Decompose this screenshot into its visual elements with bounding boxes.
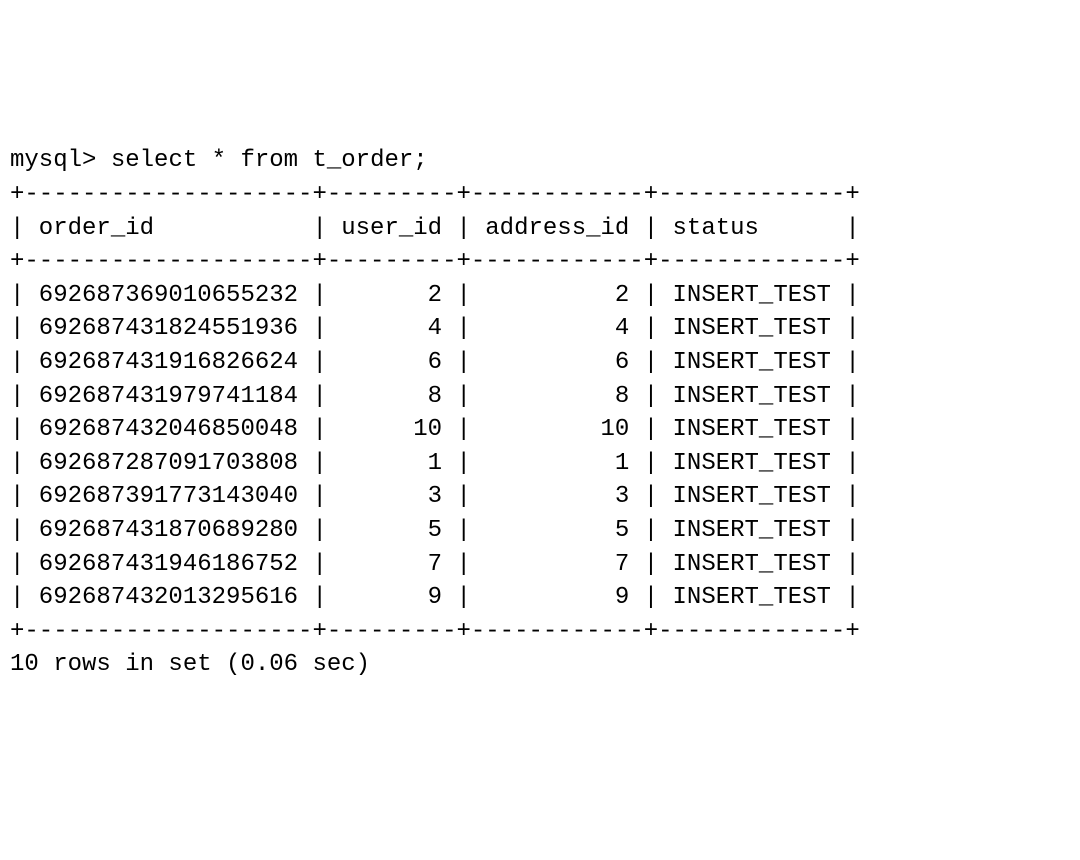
- table-row: | 692687431946186752 | 7 | 7 | INSERT_TE…: [10, 551, 860, 578]
- table-row: | 692687432013295616 | 9 | 9 | INSERT_TE…: [10, 584, 860, 611]
- table-row: | 692687431824551936 | 4 | 4 | INSERT_TE…: [10, 315, 860, 342]
- table-border-mid: +--------------------+---------+--------…: [10, 248, 860, 275]
- table-row: | 692687431916826624 | 6 | 6 | INSERT_TE…: [10, 349, 860, 376]
- table-border-bottom: +--------------------+---------+--------…: [10, 618, 860, 645]
- table-border-top: +--------------------+---------+--------…: [10, 181, 860, 208]
- result-summary: 10 rows in set (0.06 sec): [10, 651, 370, 678]
- sql-query: select * from t_order;: [111, 147, 428, 174]
- table-row: | 692687369010655232 | 2 | 2 | INSERT_TE…: [10, 282, 860, 309]
- table-row: | 692687287091703808 | 1 | 1 | INSERT_TE…: [10, 450, 860, 477]
- mysql-prompt: mysql>: [10, 147, 111, 174]
- table-row: | 692687431870689280 | 5 | 5 | INSERT_TE…: [10, 517, 860, 544]
- mysql-terminal[interactable]: mysql> select * from t_order; +---------…: [10, 144, 1070, 682]
- table-header: | order_id | user_id | address_id | stat…: [10, 215, 860, 242]
- table-row: | 692687432046850048 | 10 | 10 | INSERT_…: [10, 416, 860, 443]
- table-row: | 692687431979741184 | 8 | 8 | INSERT_TE…: [10, 383, 860, 410]
- table-row: | 692687391773143040 | 3 | 3 | INSERT_TE…: [10, 483, 860, 510]
